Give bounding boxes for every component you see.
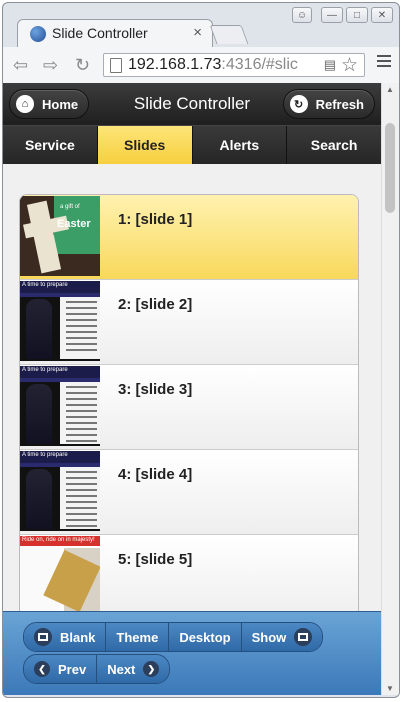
slide-label: 1: [slide 1] [118, 211, 193, 228]
window-controls: ☺ — □ ✕ [292, 7, 393, 23]
refresh-icon: ↻ [289, 95, 308, 113]
browser-toolbar: ⇦ ⇨ ↻ 192.168.1.73:4316/#slic ▤ ☆ [3, 47, 399, 84]
app-header: ⌂ Home Slide Controller ↻ Refresh [3, 83, 381, 125]
user-icon[interactable]: ☺ [292, 7, 312, 23]
show-button[interactable]: Show [241, 623, 323, 651]
tab-service[interactable]: Service [3, 126, 98, 164]
display-controls: Blank Theme Desktop Show [23, 622, 324, 652]
address-bar[interactable]: 192.168.1.73:4316/#slic ▤ ☆ [103, 53, 365, 77]
tab-slides[interactable]: Slides [97, 126, 193, 164]
slide-thumbnail: a gift of Easter [20, 196, 100, 276]
url-text[interactable]: 192.168.1.73:4316/#slic [128, 56, 314, 74]
slide-item-1[interactable]: a gift of Easter 1: [slide 1] [20, 195, 358, 280]
thumb-text: A time to prepare [22, 367, 68, 373]
close-window-button[interactable]: ✕ [371, 7, 393, 23]
tab-search[interactable]: Search [287, 126, 381, 164]
nav-tabs: Service Slides Alerts Search [3, 125, 381, 164]
maximize-button[interactable]: □ [346, 7, 368, 23]
thumb-text: Easter [57, 218, 91, 230]
thumb-text: Ride on, ride on in majesty! [22, 537, 95, 543]
desktop-button[interactable]: Desktop [169, 623, 242, 651]
page-icon [110, 58, 122, 73]
show-label: Show [251, 629, 287, 645]
browser-window: Slide Controller × ☺ — □ ✕ ⇦ ⇨ ↻ 192.168… [2, 2, 400, 698]
page-viewport: ⌂ Home Slide Controller ↻ Refresh Servic… [3, 83, 381, 695]
menu-icon[interactable] [377, 55, 391, 70]
prev-button[interactable]: ❮ Prev [24, 655, 98, 683]
slide-thumbnail: Ride on, ride on in majesty! [20, 536, 100, 616]
controller-footer: Blank Theme Desktop Show ❮ Prev Next ❯ [3, 611, 381, 695]
bookmark-star-icon[interactable]: ☆ [341, 54, 358, 77]
translate-icon[interactable]: ▤ [324, 57, 336, 73]
back-icon[interactable]: ⇦ [13, 55, 28, 76]
scroll-up-icon[interactable]: ▲ [386, 85, 394, 94]
slide-label: 4: [slide 4] [118, 466, 193, 483]
chevron-right-icon: ❯ [143, 661, 160, 677]
refresh-button[interactable]: ↻ Refresh [282, 89, 375, 119]
scroll-down-icon[interactable]: ▼ [386, 684, 394, 693]
thumb-text: A time to prepare [22, 282, 68, 288]
slide-list: a gift of Easter 1: [slide 1] A time to … [19, 194, 359, 620]
browser-tab[interactable]: Slide Controller × [17, 19, 213, 47]
monitor-icon [34, 628, 52, 646]
slide-label: 2: [slide 2] [118, 296, 193, 313]
theme-button[interactable]: Theme [106, 623, 170, 651]
reload-icon[interactable]: ↻ [75, 55, 90, 76]
slide-thumbnail: A time to prepare [20, 366, 100, 446]
tab-title: Slide Controller [52, 25, 148, 41]
monitor-icon [294, 628, 313, 646]
blank-label: Blank [60, 629, 96, 645]
thumb-pretext: a gift of [60, 204, 80, 210]
tab-alerts[interactable]: Alerts [192, 126, 288, 164]
navigation-controls: ❮ Prev Next ❯ [23, 654, 171, 684]
forward-icon[interactable]: ⇨ [43, 55, 58, 76]
slide-label: 5: [slide 5] [118, 551, 193, 568]
slide-item-3[interactable]: A time to prepare 3: [slide 3] [20, 365, 358, 450]
slide-item-4[interactable]: A time to prepare 4: [slide 4] [20, 450, 358, 535]
slide-thumbnail: A time to prepare [20, 281, 100, 361]
next-label: Next [107, 661, 136, 677]
blank-button[interactable]: Blank [24, 623, 107, 651]
chevron-left-icon: ❮ [34, 661, 50, 677]
new-tab-button[interactable] [209, 25, 249, 44]
scrollbar-thumb[interactable] [385, 123, 395, 213]
globe-icon [30, 26, 46, 42]
slide-label: 3: [slide 3] [118, 381, 193, 398]
slide-item-2[interactable]: A time to prepare 2: [slide 2] [20, 280, 358, 365]
thumb-text: A time to prepare [22, 452, 68, 458]
slide-item-5[interactable]: Ride on, ride on in majesty! 5: [slide 5… [20, 535, 358, 619]
page-scrollbar[interactable]: ▲ ▼ [381, 83, 399, 695]
refresh-label: Refresh [315, 96, 364, 112]
prev-label: Prev [58, 661, 87, 677]
slide-thumbnail: A time to prepare [20, 451, 100, 531]
minimize-button[interactable]: — [321, 7, 343, 23]
close-tab-icon[interactable]: × [193, 24, 202, 41]
next-button[interactable]: Next ❯ [97, 655, 170, 683]
